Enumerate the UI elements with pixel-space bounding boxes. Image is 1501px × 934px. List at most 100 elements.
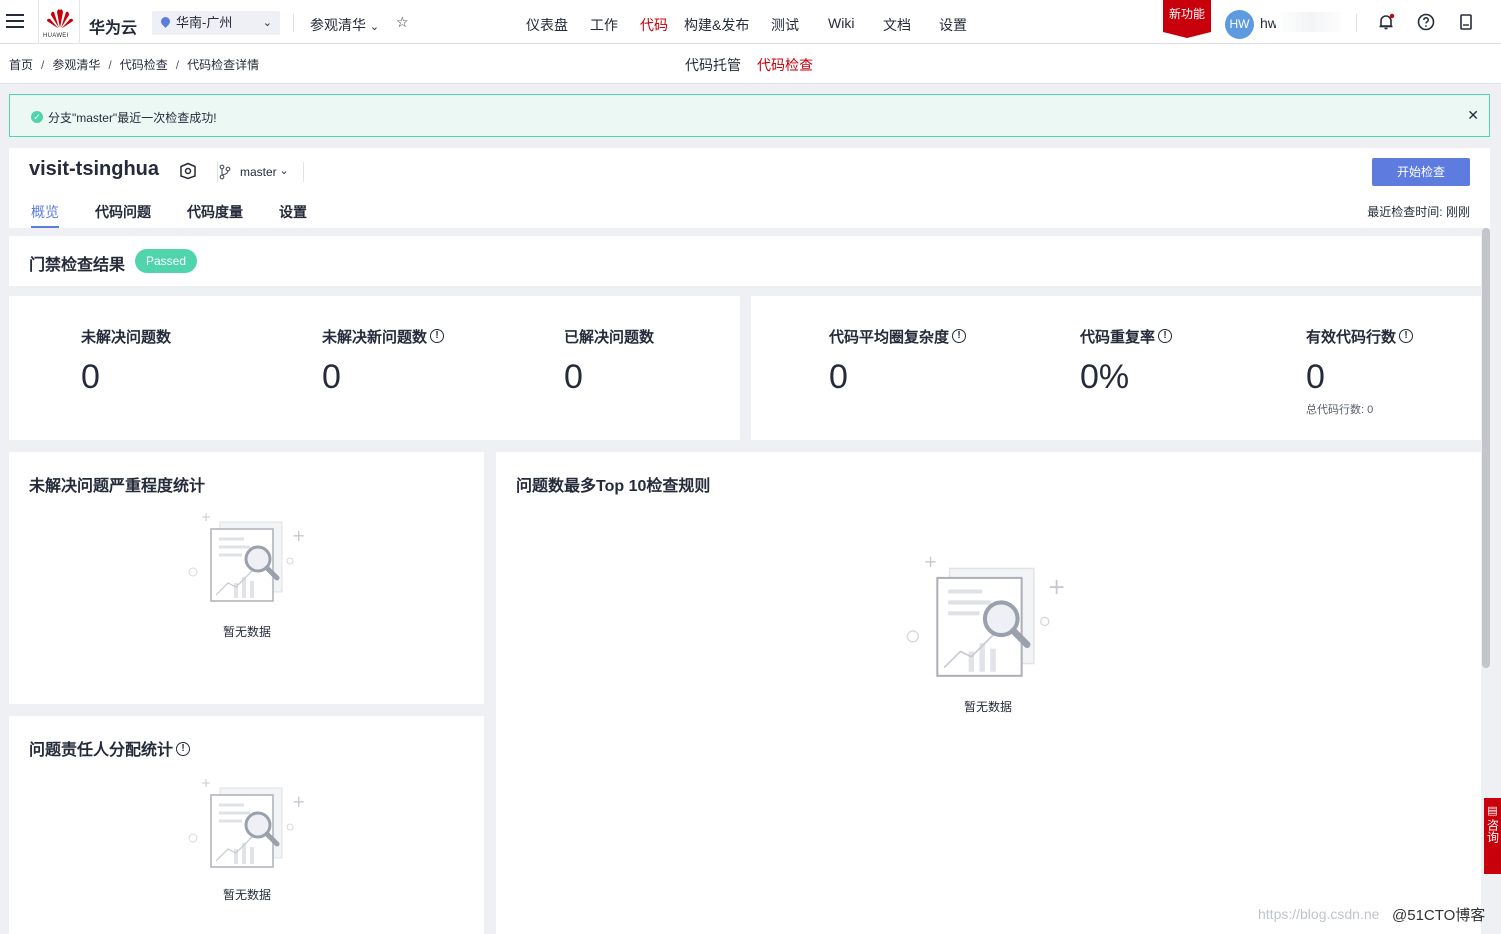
svg-text:+: + [201,776,211,790]
close-icon[interactable]: ✕ [1467,107,1479,124]
duplication-rate-value: 0% [1080,358,1130,396]
consult-label: 咨询 [1485,819,1500,843]
branch-icon [219,164,231,180]
tab-code-issues[interactable]: 代码问题 [95,202,151,222]
logo-wordmark: HUAWEI [43,33,69,39]
region-selector[interactable]: 华南-广州 ⌄ [152,11,280,35]
device-icon[interactable] [1457,13,1475,31]
branch-label: master [240,165,277,179]
bell-icon[interactable] [1377,13,1395,31]
code-metrics-card: 代码平均圈复杂度! 0 代码重复率! 0% 有效代码行数! 0 总代码行数: 0 [751,296,1481,440]
issue-stats-card: 未解决问题数 0 未解决新问题数! 0 已解决问题数 0 [9,296,740,440]
region-label: 华南-广州 [176,15,233,30]
project-selector[interactable]: 参观清华 ⌄ [310,15,379,35]
nav-code[interactable]: 代码 [640,15,668,49]
info-icon[interactable]: ! [1158,329,1173,344]
chevron-down-icon: ⌄ [262,17,272,29]
severity-stats-card: 未解决问题严重程度统计 + + 暂无数据 [9,452,484,704]
top-rules-card: 问题数最多Top 10检查规则 + + 暂无数据 [496,452,1481,934]
tab-code-check[interactable]: 代码检查 [757,55,813,75]
assignee-stats-card: 问题责任人分配统计! + + 暂无数据 [9,716,484,934]
info-icon[interactable]: ! [430,329,445,344]
divider [293,14,294,32]
unresolved-issues-value: 0 [81,358,100,396]
cyclomatic-complexity-label: 代码平均圈复杂度! [829,326,967,347]
brand-name[interactable]: 华为云 [89,14,137,38]
gate-check-title: 门禁检查结果 [29,257,126,274]
nav-settings[interactable]: 设置 [939,15,967,35]
star-icon[interactable]: ☆ [396,14,409,31]
nav-work[interactable]: 工作 [590,15,618,35]
repo-header: visit-tsinghua master ⌄ 开始检查 概览 代码问题 代码度… [9,148,1490,228]
breadcrumb-code-check[interactable]: 代码检查 [120,58,168,72]
help-icon[interactable] [1417,13,1435,31]
cyclomatic-complexity-text: 代码平均圈复杂度 [829,329,950,346]
success-alert: ✓ 分支"master"最近一次检查成功! ✕ [9,94,1490,137]
tab-code-metrics[interactable]: 代码度量 [187,202,243,222]
effective-lines-value: 0 [1306,358,1325,396]
svg-text:+: + [292,792,305,811]
nav-dashboard[interactable]: 仪表盘 [526,15,568,35]
svg-text:+: + [292,526,305,545]
breadcrumb: 首页 / 参观清华 / 代码检查 / 代码检查详情 [9,58,260,72]
breadcrumb-home[interactable]: 首页 [9,58,33,72]
top-rules-title: 问题数最多Top 10检查规则 [516,478,711,495]
chevron-down-icon: ⌄ [369,21,380,33]
new-feature-badge[interactable]: 新功能 [1163,0,1211,38]
branch-selector[interactable]: master ⌄ [217,162,291,182]
last-check-label: 最近检查时间: [1367,205,1443,219]
huawei-logo[interactable]: HUAWEI [38,0,80,44]
svg-text:+: + [924,552,938,571]
redacted-username [1276,12,1346,32]
avatar[interactable]: HW [1225,10,1254,39]
gate-check-card: 门禁检查结果 Passed [9,236,1481,286]
info-icon[interactable]: ! [1399,329,1414,344]
svg-text:+: + [201,510,211,524]
empty-data-text: 暂无数据 [964,700,1013,714]
repo-settings-icon[interactable] [179,162,197,180]
duplication-rate-label: 代码重复率! [1080,326,1173,347]
assignee-stats-text: 问题责任人分配统计 [29,742,174,759]
alert-message: 分支"master"最近一次检查成功! [48,111,217,125]
empty-data-illustration: + + [188,510,305,602]
last-check-time: 最近检查时间: 刚刚 [1367,203,1470,220]
empty-data-text: 暂无数据 [223,888,272,902]
breadcrumb-current: 代码检查详情 [187,58,260,72]
severity-stats-title: 未解决问题严重程度统计 [29,478,206,495]
tab-overview[interactable]: 概览 [31,202,59,228]
nav-test[interactable]: 测试 [771,15,799,35]
resolved-issues-label: 已解决问题数 [564,329,655,346]
nav-docs[interactable]: 文档 [883,15,911,35]
check-circle-icon: ✓ [31,111,43,123]
breadcrumb-project[interactable]: 参观清华 [52,58,100,72]
empty-data-text: 暂无数据 [223,625,272,639]
info-icon[interactable]: ! [176,741,191,756]
location-pin-icon [159,15,172,28]
top-navbar: HUAWEI 华为云 华南-广州 ⌄ 参观清华 ⌄ ☆ 仪表盘 工作 代码 构建… [0,0,1501,49]
assignee-stats-title: 问题责任人分配统计! [29,736,191,760]
total-lines: 总代码行数: 0 [1306,404,1374,416]
effective-lines-label: 有效代码行数! [1306,326,1414,347]
start-check-button[interactable]: 开始检查 [1372,158,1470,186]
consult-button[interactable]: ▤ 咨询 [1484,798,1501,874]
nav-build-release[interactable]: 构建&发布 [684,15,749,35]
tab-code-hosting[interactable]: 代码托管 [685,55,741,75]
unresolved-new-issues-value: 0 [322,358,341,396]
scrollbar[interactable] [1482,228,1490,668]
menu-icon[interactable] [6,14,24,30]
sub-navbar: 首页 / 参观清华 / 代码检查 / 代码检查详情 代码托管 代码检查 [0,44,1501,84]
effective-lines-text: 有效代码行数 [1306,329,1397,346]
repo-name: visit-tsinghua [29,158,160,180]
unresolved-issues-label: 未解决问题数 [81,329,172,346]
tab-settings[interactable]: 设置 [279,202,307,222]
empty-data-illustration: + + [188,776,305,868]
status-badge: Passed [135,249,198,273]
info-icon[interactable]: ! [952,329,967,344]
watermark-url: https://blog.csdn.ne [1258,906,1380,922]
chevron-down-icon: ⌄ [279,165,289,177]
message-icon: ▤ [1487,805,1498,817]
watermark-site: @51CTO博客 [1392,907,1486,924]
empty-data-illustration: + + [906,552,1066,677]
nav-wiki[interactable]: Wiki [828,15,854,31]
divider [303,162,304,182]
